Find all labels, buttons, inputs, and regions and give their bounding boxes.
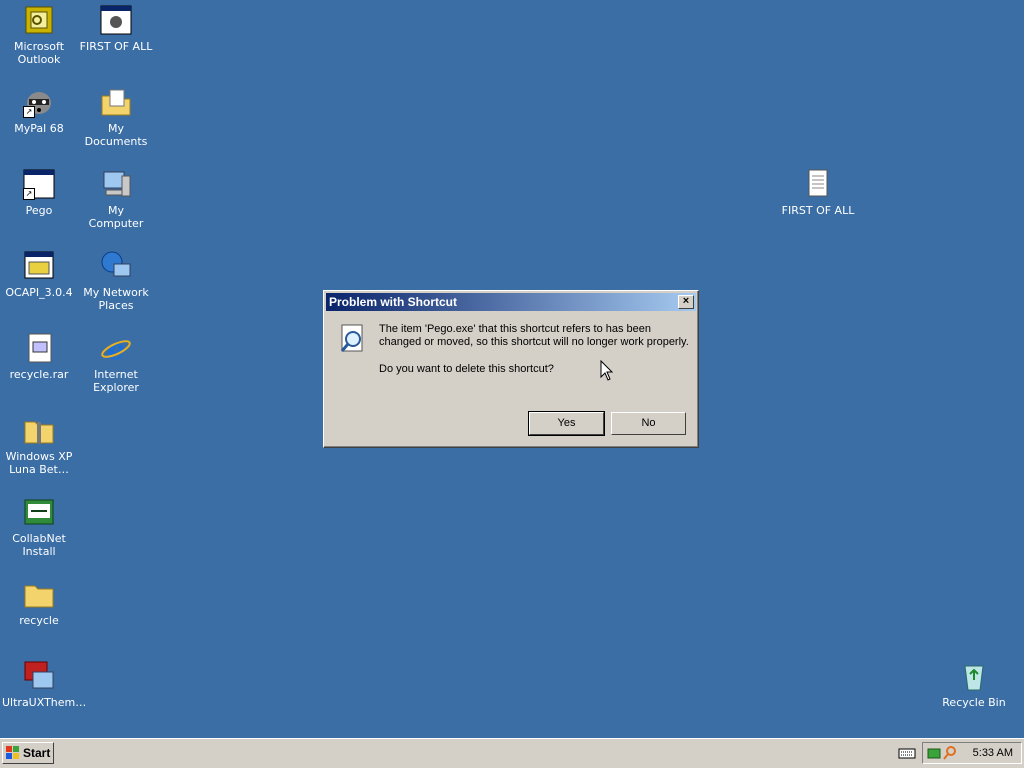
desktop-icon-collabnet-install[interactable]: CollabNet Install bbox=[0, 496, 78, 558]
problem-with-shortcut-dialog: Problem with Shortcut × The item 'Pego.e… bbox=[323, 290, 699, 448]
keyboard-icon[interactable] bbox=[898, 746, 916, 760]
desktop-icon-internet-explorer[interactable]: e Internet Explorer bbox=[77, 332, 155, 394]
icon-label: MyPal 68 bbox=[14, 122, 64, 135]
dialog-message: The item 'Pego.exe' that this shortcut r… bbox=[379, 323, 689, 348]
network-places-icon bbox=[100, 250, 132, 282]
yes-button[interactable]: Yes bbox=[528, 411, 605, 436]
zip-folder-icon bbox=[23, 414, 55, 446]
desktop-icon-mypal[interactable]: ↗ MyPal 68 bbox=[0, 86, 78, 135]
icon-label: Pego bbox=[25, 204, 53, 217]
desktop-icon-microsoft-outlook[interactable]: Microsoft Outlook bbox=[0, 4, 78, 66]
program-window-icon bbox=[100, 4, 132, 36]
search-tray-icon[interactable] bbox=[943, 746, 957, 760]
desktop-icon-recycle-folder[interactable]: recycle bbox=[0, 578, 78, 627]
my-computer-icon bbox=[100, 168, 132, 200]
close-icon[interactable]: × bbox=[678, 295, 694, 309]
recycle-bin-icon bbox=[958, 660, 990, 692]
search-document-icon bbox=[338, 323, 370, 355]
installer-icon bbox=[23, 250, 55, 282]
icon-label: My Computer bbox=[88, 204, 144, 230]
icon-label: FIRST OF ALL bbox=[79, 40, 153, 53]
taskbar: Start 5:33 AM bbox=[0, 738, 1024, 768]
icon-label: recycle bbox=[19, 614, 59, 627]
my-documents-icon bbox=[100, 86, 132, 118]
icon-label: Windows XP Luna Bet… bbox=[5, 450, 73, 476]
start-label: Start bbox=[23, 746, 51, 760]
start-button[interactable]: Start bbox=[2, 742, 54, 764]
desktop-icon-recycle-bin[interactable]: Recycle Bin bbox=[935, 660, 1013, 709]
theme-icon bbox=[23, 660, 55, 692]
windows-logo-icon bbox=[6, 746, 19, 759]
system-tray: 5:33 AM bbox=[922, 742, 1022, 764]
icon-label: recycle.rar bbox=[9, 368, 69, 381]
svg-text:e: e bbox=[107, 333, 125, 364]
icon-label: FIRST OF ALL bbox=[781, 204, 855, 217]
dialog-question: Do you want to delete this shortcut? bbox=[379, 363, 554, 375]
desktop-icon-recycle-rar[interactable]: recycle.rar bbox=[0, 332, 78, 381]
internet-explorer-icon: e bbox=[100, 332, 132, 366]
desktop-icon-my-computer[interactable]: My Computer bbox=[77, 168, 155, 230]
icon-label: My Network Places bbox=[83, 286, 149, 312]
mouse-cursor-icon bbox=[600, 360, 614, 381]
no-button[interactable]: No bbox=[611, 412, 686, 435]
program-window-icon: ↗ bbox=[23, 168, 55, 200]
desktop-icon-ocapi[interactable]: OCAPI_3.0.4 bbox=[0, 250, 78, 299]
dialog-title: Problem with Shortcut bbox=[329, 295, 458, 309]
clock[interactable]: 5:33 AM bbox=[973, 747, 1013, 759]
folder-icon bbox=[23, 578, 55, 610]
desktop-icon-first-of-all-txt[interactable]: FIRST OF ALL bbox=[779, 168, 857, 217]
desktop-icon-first-of-all-exe[interactable]: FIRST OF ALL bbox=[77, 4, 155, 53]
icon-label: Microsoft Outlook bbox=[13, 40, 65, 66]
desktop-icon-my-documents[interactable]: My Documents bbox=[77, 86, 155, 148]
icon-label: OCAPI_3.0.4 bbox=[5, 286, 73, 299]
desktop-icon-windows-xp-luna[interactable]: Windows XP Luna Bet… bbox=[0, 414, 78, 476]
icon-label: CollabNet Install bbox=[12, 532, 66, 558]
icon-label: Recycle Bin bbox=[942, 696, 1006, 709]
shortcut-arrow-icon: ↗ bbox=[23, 106, 35, 118]
dialog-title-bar[interactable]: Problem with Shortcut × bbox=[326, 293, 696, 311]
desktop: Microsoft Outlook ↗ MyPal 68 ↗ Pego OCAP… bbox=[0, 0, 1024, 738]
shortcut-arrow-icon: ↗ bbox=[23, 188, 35, 200]
archive-icon bbox=[23, 332, 55, 364]
icon-label: Internet Explorer bbox=[93, 368, 139, 394]
text-document-icon bbox=[802, 168, 834, 200]
mypal-raccoon-icon: ↗ bbox=[23, 86, 55, 118]
desktop-icon-ultrauxtheme[interactable]: UltraUXThem… bbox=[0, 660, 87, 709]
outlook-icon bbox=[23, 4, 55, 36]
desktop-icon-my-network-places[interactable]: My Network Places bbox=[77, 250, 155, 312]
desktop-icon-pego[interactable]: ↗ Pego bbox=[0, 168, 78, 217]
icon-label: My Documents bbox=[84, 122, 148, 148]
installer-icon bbox=[23, 496, 55, 528]
network-tray-icon[interactable] bbox=[927, 746, 941, 760]
icon-label: UltraUXThem… bbox=[2, 696, 87, 709]
